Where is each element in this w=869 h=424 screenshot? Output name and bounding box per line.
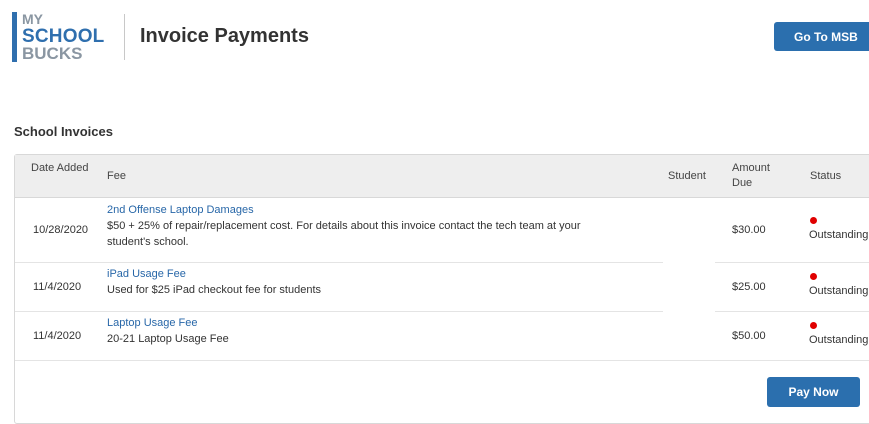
column-header-status: Status: [810, 170, 842, 182]
table-footer-divider: [15, 360, 869, 361]
status-text: Outstanding: [809, 334, 869, 346]
header-divider: [124, 14, 125, 60]
go-to-msb-button[interactable]: Go To MSB: [774, 22, 869, 51]
status-dot-icon: [810, 273, 817, 280]
logo-accent-bar: [12, 12, 17, 62]
logo-line-bucks: BUCKS: [22, 44, 83, 63]
row-date: 11/4/2020: [33, 330, 82, 342]
table-row: 10/28/2020 2nd Offense Laptop Damages $5…: [15, 198, 869, 262]
fee-description: Used for $25 iPad checkout fee for stude…: [107, 284, 322, 296]
column-header-amount-due: Amount Due: [732, 162, 770, 189]
table-header: Date Added Fee Student Amount Due Status: [15, 155, 869, 198]
row-status: Outstanding: [809, 322, 868, 348]
row-amount-due: $50.00: [732, 330, 766, 342]
row-date: 10/28/2020: [33, 224, 89, 236]
fee-link[interactable]: Laptop Usage Fee: [107, 315, 198, 331]
column-header-student: Student: [668, 170, 706, 182]
fee-description: $50 + 25% of repair/replacement cost. Fo…: [107, 220, 581, 248]
fee-link[interactable]: 2nd Offense Laptop Damages: [107, 202, 254, 218]
fee-link[interactable]: iPad Usage Fee: [107, 266, 186, 282]
table-row: 11/4/2020 Laptop Usage Fee 20-21 Laptop …: [15, 312, 869, 360]
row-amount-due: $25.00: [732, 281, 766, 293]
status-dot-icon: [810, 322, 817, 329]
row-date: 11/4/2020: [33, 281, 82, 293]
status-text: Outstanding: [809, 285, 869, 297]
row-status: Outstanding: [809, 273, 868, 299]
section-title: School Invoices: [14, 124, 113, 139]
row-status: Outstanding: [809, 217, 868, 243]
status-text: Outstanding: [809, 229, 869, 241]
fee-description: 20-21 Laptop Usage Fee: [107, 333, 229, 345]
pay-now-button[interactable]: Pay Now: [767, 377, 860, 407]
page-title: Invoice Payments: [140, 25, 309, 47]
logo-line-my: MY: [22, 11, 43, 27]
myschoolbucks-logo[interactable]: MY SCHOOL BUCKS: [12, 12, 112, 64]
invoices-table: Date Added Fee Student Amount Due Status…: [14, 154, 869, 424]
column-header-fee: Fee: [107, 170, 126, 182]
row-amount-due: $30.00: [732, 224, 766, 236]
table-row: 11/4/2020 iPad Usage Fee Used for $25 iP…: [15, 263, 869, 311]
status-dot-icon: [810, 217, 817, 224]
logo-text: MY SCHOOL BUCKS: [22, 11, 104, 63]
column-header-date-added: Date Added: [31, 162, 89, 174]
